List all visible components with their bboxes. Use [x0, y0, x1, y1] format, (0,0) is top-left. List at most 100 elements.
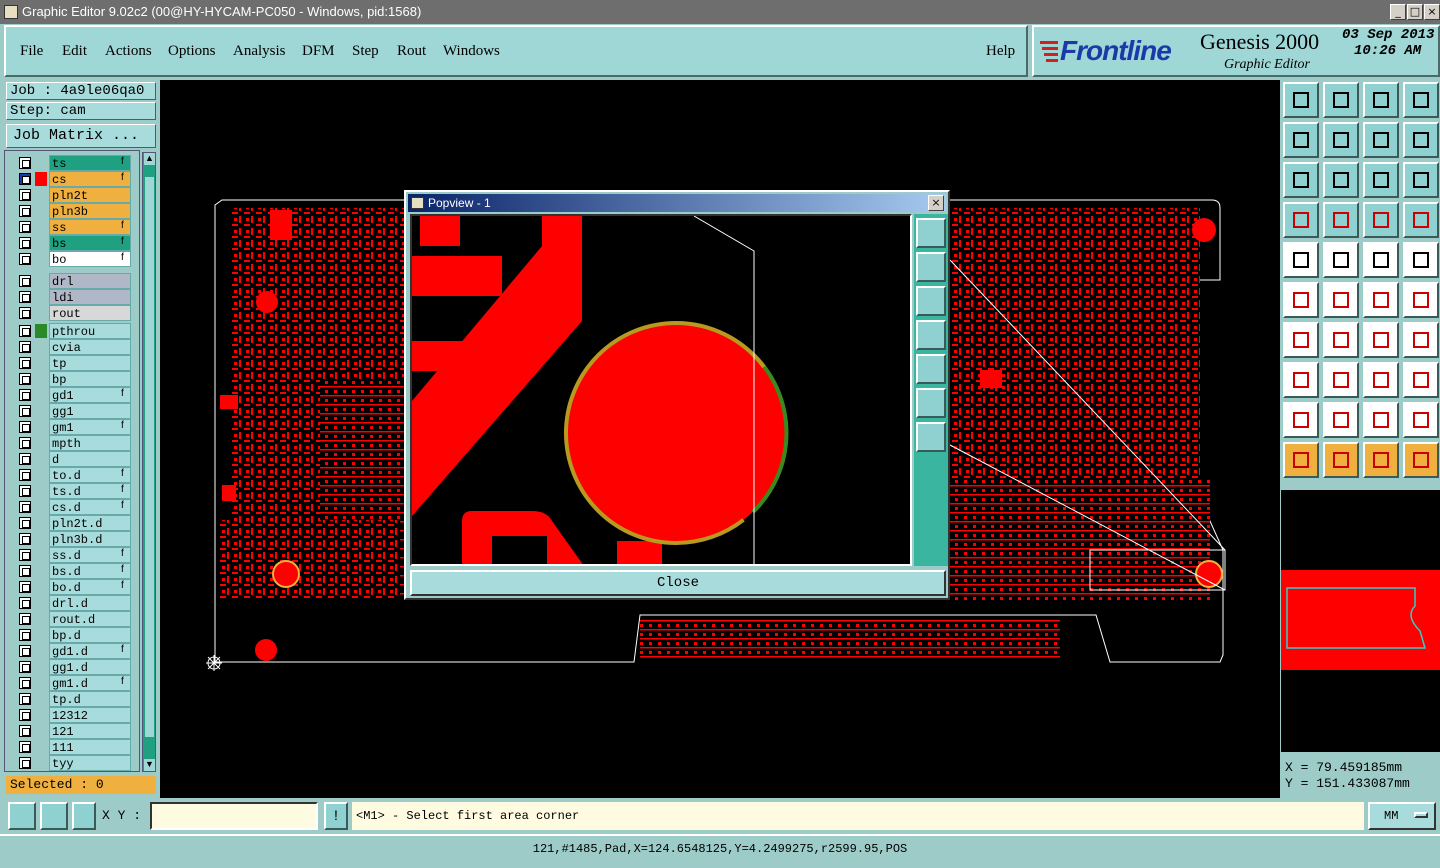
- layer-name[interactable]: cs: [49, 171, 131, 187]
- draw-line-icon[interactable]: [1283, 322, 1319, 358]
- layer-checkbox[interactable]: [19, 173, 31, 185]
- slot-icon[interactable]: [1323, 362, 1359, 398]
- layer-checkbox[interactable]: [19, 421, 31, 433]
- layer-checkbox[interactable]: [19, 253, 31, 265]
- layer-checkbox[interactable]: [19, 565, 31, 577]
- menu-dfm[interactable]: DFM: [302, 43, 335, 60]
- layer-checkbox[interactable]: [19, 757, 31, 769]
- popview-titlebar[interactable]: Popview - 1 ×: [408, 194, 946, 212]
- layer-name[interactable]: tp: [49, 355, 131, 371]
- layer-color-swatch[interactable]: [35, 532, 47, 546]
- layer-row[interactable]: ldi: [13, 289, 133, 305]
- layer-name[interactable]: pln2t: [49, 187, 131, 203]
- layer-row[interactable]: gm1.d f: [13, 675, 133, 691]
- layer-color-swatch[interactable]: [35, 290, 47, 304]
- triangle-icon[interactable]: [1283, 402, 1319, 438]
- layer-checkbox[interactable]: [19, 613, 31, 625]
- layer-color-swatch[interactable]: [35, 188, 47, 202]
- overview-map[interactable]: [1281, 490, 1440, 752]
- layer-row[interactable]: 12312: [13, 707, 133, 723]
- layer-color-swatch[interactable]: [35, 724, 47, 738]
- menu-actions[interactable]: Actions: [105, 43, 152, 60]
- layer-scrollbar[interactable]: ▲ ▼: [142, 152, 156, 772]
- layer-row[interactable]: gd1.d f: [13, 643, 133, 659]
- layer-color-swatch[interactable]: [35, 404, 47, 418]
- layer-color-swatch[interactable]: [35, 612, 47, 626]
- layer-row[interactable]: pln3b.d: [13, 531, 133, 547]
- zoom-fit-icon[interactable]: [1283, 162, 1319, 198]
- edit-attr-icon[interactable]: [1283, 202, 1319, 238]
- layer-name[interactable]: gd1: [49, 387, 131, 403]
- ruler-icon[interactable]: [1363, 242, 1399, 278]
- layer-name[interactable]: drl: [49, 273, 131, 289]
- layer-row[interactable]: bp: [13, 371, 133, 387]
- scroll-down-arrow-icon[interactable]: ▼: [144, 759, 155, 771]
- layer-checkbox[interactable]: [19, 325, 31, 337]
- move-up-icon[interactable]: [1283, 82, 1319, 118]
- layer-checkbox[interactable]: [19, 221, 31, 233]
- layer-color-swatch[interactable]: [35, 388, 47, 402]
- layer-checkbox[interactable]: [19, 645, 31, 657]
- pad-add-icon[interactable]: [1283, 362, 1319, 398]
- xy-input[interactable]: [150, 802, 318, 830]
- layer-row[interactable]: 121: [13, 723, 133, 739]
- layer-checkbox[interactable]: [19, 157, 31, 169]
- layer-color-swatch[interactable]: [35, 740, 47, 754]
- redo-icon[interactable]: [1403, 122, 1439, 158]
- menu-rout[interactable]: Rout: [397, 43, 426, 60]
- message-icon[interactable]: !: [324, 802, 348, 830]
- layer-color-swatch[interactable]: [35, 220, 47, 234]
- snap-icon[interactable]: [40, 802, 68, 830]
- layer-color-swatch[interactable]: [35, 708, 47, 722]
- layer-name[interactable]: gg1.d: [49, 659, 131, 675]
- layer-checkbox[interactable]: [19, 341, 31, 353]
- layer-checkbox[interactable]: [19, 597, 31, 609]
- triangle-line-icon[interactable]: [1403, 402, 1439, 438]
- layer-row[interactable]: ss f: [13, 219, 133, 235]
- layer-checkbox[interactable]: [19, 453, 31, 465]
- layer-checkbox[interactable]: [19, 405, 31, 417]
- layer-color-swatch[interactable]: [35, 274, 47, 288]
- popview-pan-up-icon[interactable]: [916, 252, 946, 282]
- layer-row[interactable]: mpth: [13, 435, 133, 451]
- popview-pan-right-icon[interactable]: [916, 354, 946, 384]
- pointer-box-icon[interactable]: [1323, 442, 1359, 478]
- job-matrix-button[interactable]: Job Matrix ...: [6, 124, 156, 148]
- layer-name[interactable]: ts: [49, 155, 131, 171]
- move-down-icon[interactable]: [1323, 82, 1359, 118]
- layer-checkbox[interactable]: [19, 189, 31, 201]
- menu-analysis[interactable]: Analysis: [233, 43, 286, 60]
- add-arc-icon[interactable]: [1403, 282, 1439, 318]
- layer-row[interactable]: pln3b: [13, 203, 133, 219]
- layer-row[interactable]: pln2t: [13, 187, 133, 203]
- layer-name[interactable]: bs: [49, 235, 131, 251]
- layer-checkbox[interactable]: [19, 501, 31, 513]
- help-icon[interactable]: [1403, 162, 1439, 198]
- layer-checkbox[interactable]: [19, 533, 31, 545]
- popview-pan-left-icon[interactable]: [916, 320, 946, 350]
- layer-checkbox[interactable]: [19, 629, 31, 641]
- select-pad-icon[interactable]: [1283, 242, 1319, 278]
- layer-color-swatch[interactable]: [35, 236, 47, 250]
- layer-name[interactable]: cvia: [49, 339, 131, 355]
- layer-checkbox[interactable]: [19, 307, 31, 319]
- layer-row[interactable]: 111: [13, 739, 133, 755]
- popview-zoom-in-icon[interactable]: [916, 422, 946, 452]
- measure-icon[interactable]: [1323, 242, 1359, 278]
- layer-name[interactable]: gd1.d: [49, 643, 131, 659]
- layer-checkbox[interactable]: [19, 373, 31, 385]
- layer-name[interactable]: tp.d: [49, 691, 131, 707]
- popview-close-button[interactable]: Close: [410, 570, 946, 596]
- popview-canvas[interactable]: [410, 214, 912, 566]
- layer-checkbox[interactable]: [19, 549, 31, 561]
- layer-row[interactable]: tp.d: [13, 691, 133, 707]
- layer-name[interactable]: to.d: [49, 467, 131, 483]
- layer-row[interactable]: pln2t.d: [13, 515, 133, 531]
- layer-color-swatch[interactable]: [35, 156, 47, 170]
- layer-name[interactable]: rout.d: [49, 611, 131, 627]
- popview-zoom-home-icon[interactable]: [916, 218, 946, 248]
- layer-color-swatch[interactable]: [35, 580, 47, 594]
- minimize-button[interactable]: _: [1390, 4, 1406, 20]
- undo-icon[interactable]: [1363, 122, 1399, 158]
- rotate-icon[interactable]: [1363, 322, 1399, 358]
